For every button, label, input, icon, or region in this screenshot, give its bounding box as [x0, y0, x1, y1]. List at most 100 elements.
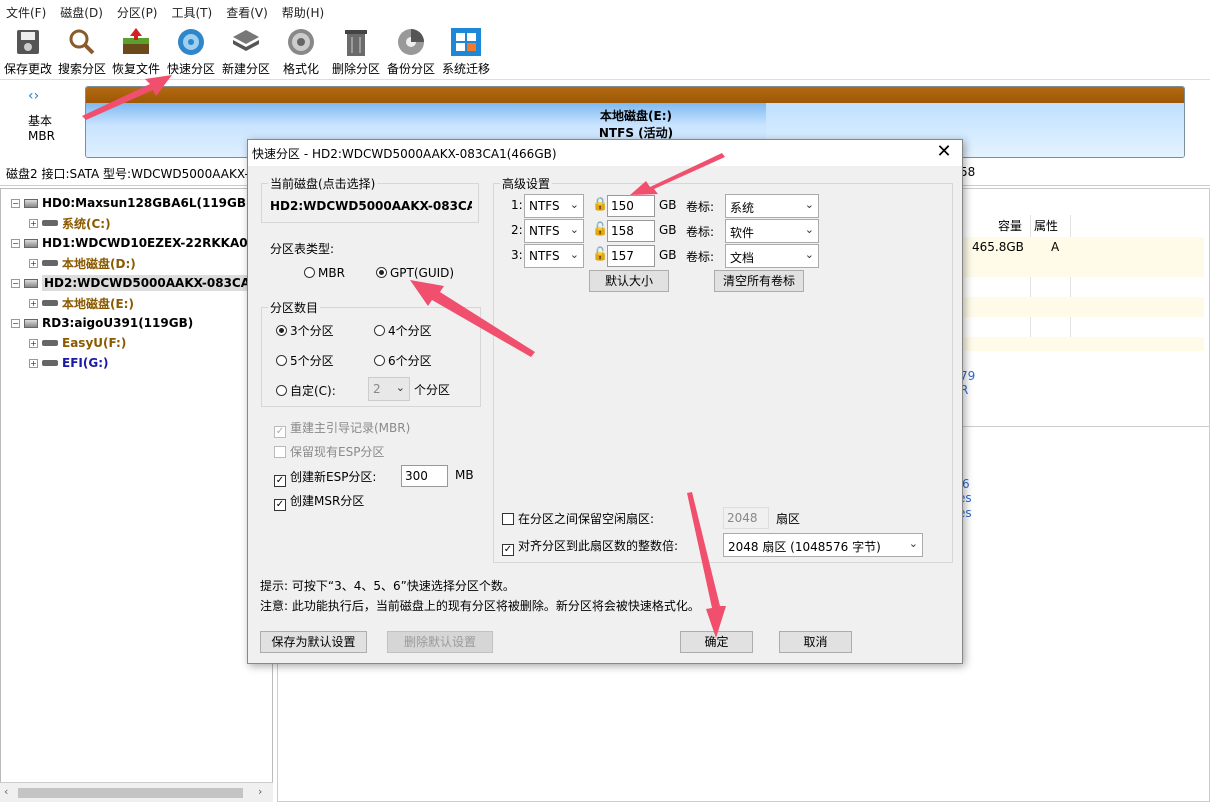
delete-default-button[interactable]: 删除默认设置: [387, 631, 493, 653]
save-changes-button[interactable]: 保存更改: [0, 26, 56, 77]
count-label: 分区数目: [268, 299, 321, 316]
row-index: 3:: [511, 248, 523, 262]
gpt-radio[interactable]: GPT(GUID): [376, 266, 454, 280]
tree-disk-item[interactable]: − RD3:aigoU391(119GB): [11, 313, 193, 333]
volume-label-select[interactable]: 系统 ⌄: [725, 194, 819, 218]
partition-size-input[interactable]: 157: [607, 245, 655, 267]
expand-icon[interactable]: +: [29, 358, 38, 368]
create-msr-checkbox[interactable]: ✓ 创建MSR分区: [274, 492, 364, 511]
chevron-down-icon: ⌄: [569, 223, 579, 236]
rebuild-mbr-checkbox[interactable]: ✓ 重建主引导记录(MBR): [274, 419, 410, 438]
expand-icon[interactable]: +: [29, 298, 38, 308]
quick-partition-button[interactable]: 快速分区: [163, 26, 219, 77]
fs-select[interactable]: NTFS ⌄: [524, 244, 584, 268]
menu-disk[interactable]: 磁盘(D): [60, 4, 103, 21]
tree-item-label: HD1:WDCWD10EZEX-22RKKA0(9: [42, 236, 262, 250]
fs-select[interactable]: NTFS ⌄: [524, 194, 584, 218]
tree-disk-item[interactable]: − HD2:WDCWD5000AAKX-083CA1(: [11, 273, 266, 293]
format-button[interactable]: 格式化: [273, 26, 329, 77]
delete-partition-button[interactable]: 删除分区: [328, 26, 384, 77]
current-disk-selector[interactable]: HD2:WDCWD5000AAKX-083CA1(: [270, 199, 472, 219]
volume-label-title: 卷标:: [686, 250, 715, 264]
opt4-label: 4个分区: [388, 324, 432, 338]
recover-files-button[interactable]: 恢复文件: [108, 26, 164, 77]
disk-info-text: 磁盘2 接口:SATA 型号:WDCWD5000AAKX-: [6, 167, 249, 181]
new-partition-button[interactable]: 新建分区: [218, 26, 274, 77]
tree-volume-item[interactable]: + 本地磁盘(D:): [29, 253, 136, 273]
opt-5-partitions[interactable]: 5个分区: [276, 352, 334, 369]
collapse-icon[interactable]: −: [11, 278, 20, 288]
menu-partition[interactable]: 分区(P): [117, 4, 158, 21]
menu-view[interactable]: 查看(V): [226, 4, 268, 21]
tree-volume-item[interactable]: + 系统(C:): [29, 213, 111, 233]
opt-custom-partitions[interactable]: 自定(C):: [276, 382, 336, 399]
tree-disk-item[interactable]: − HD1:WDCWD10EZEX-22RKKA0(9: [11, 233, 261, 253]
format-icon: [284, 26, 318, 58]
check-icon: ✓: [274, 475, 286, 487]
table-row[interactable]: 465.8GB A: [964, 237, 1204, 257]
expand-icon[interactable]: +: [29, 258, 38, 268]
keep-free-input[interactable]: 2048: [723, 507, 769, 529]
hint-text: 提示: 可按下“3、4、5、6”快速选择分区个数。: [260, 579, 515, 593]
partition-size-input[interactable]: 158: [607, 220, 655, 242]
scroll-left-icon[interactable]: ‹: [4, 785, 8, 798]
save-default-button[interactable]: 保存为默认设置: [260, 631, 367, 653]
align-checkbox[interactable]: ✓ 对齐分区到此扇区数的整数倍:: [502, 537, 678, 556]
partition-size-input[interactable]: 150: [607, 195, 655, 217]
custom-label: 自定(C):: [290, 384, 336, 398]
tree-item-label: EFI(G:): [62, 356, 109, 370]
menu-tools[interactable]: 工具(T): [172, 4, 213, 21]
esp-size-input[interactable]: 300: [401, 465, 448, 487]
tree-hscrollbar[interactable]: ‹ ›: [0, 782, 273, 802]
keep-esp-checkbox[interactable]: 保留现有ESP分区: [274, 443, 384, 460]
collapse-icon[interactable]: −: [11, 198, 20, 208]
chevron-down-icon: ⌄: [804, 223, 814, 236]
collapse-icon[interactable]: −: [11, 238, 20, 248]
close-icon[interactable]: ✕: [932, 142, 956, 164]
col-divider: [1030, 215, 1031, 350]
tree-volume-item[interactable]: + 本地磁盘(E:): [29, 293, 134, 313]
lock-icon[interactable]: 🔓: [592, 222, 608, 237]
create-esp-checkbox[interactable]: ✓ 创建新ESP分区:: [274, 468, 376, 487]
esp-unit: MB: [455, 468, 474, 482]
lock-icon[interactable]: 🔓: [592, 247, 608, 262]
ok-button[interactable]: 确定: [680, 631, 753, 653]
lock-icon[interactable]: 🔒: [592, 197, 608, 212]
tree-volume-item[interactable]: + EFI(G:): [29, 353, 108, 373]
opt3-label: 3个分区: [290, 324, 334, 338]
custom-count-select[interactable]: 2 ⌄: [368, 377, 410, 401]
system-migrate-button[interactable]: 系统迁移: [438, 26, 494, 77]
expand-icon[interactable]: +: [29, 218, 38, 228]
opt-3-partitions[interactable]: 3个分区: [276, 322, 334, 339]
menu-help[interactable]: 帮助(H): [282, 4, 324, 21]
scroll-thumb[interactable]: [18, 788, 243, 798]
mbr-radio[interactable]: MBR: [304, 266, 345, 280]
expand-icon[interactable]: +: [29, 338, 38, 348]
volume-icon: [42, 260, 58, 266]
default-size-button[interactable]: 默认大小: [589, 270, 669, 292]
fs-select[interactable]: NTFS ⌄: [524, 219, 584, 243]
volume-label-select[interactable]: 文档 ⌄: [725, 244, 819, 268]
nav-arrows-icon[interactable]: ‹›: [28, 88, 39, 104]
clear-labels-button[interactable]: 清空所有卷标: [714, 270, 804, 292]
menu-file[interactable]: 文件(F): [6, 4, 46, 21]
fs-value: NTFS: [529, 199, 560, 213]
tree-disk-item[interactable]: − HD0:Maxsun128GBA6L(119GB): [11, 193, 252, 213]
align-select[interactable]: 2048 扇区 (1048576 字节) ⌄: [723, 533, 923, 557]
hard-disk-icon: [24, 318, 38, 328]
collapse-icon[interactable]: −: [11, 318, 20, 328]
check-icon: ✓: [274, 499, 286, 511]
keep-free-checkbox[interactable]: 在分区之间保留空闲扇区:: [502, 510, 654, 527]
search-partition-button[interactable]: 搜索分区: [54, 26, 110, 77]
volume-label-value: 系统: [730, 201, 755, 215]
opt-4-partitions[interactable]: 4个分区: [374, 322, 432, 339]
scroll-right-icon[interactable]: ›: [258, 785, 262, 798]
cancel-button[interactable]: 取消: [779, 631, 852, 653]
quick-partition-dialog: 快速分区 - HD2:WDCWD5000AAKX-083CA1(466GB) ✕…: [247, 139, 963, 664]
backup-partition-button[interactable]: 备份分区: [383, 26, 439, 77]
trash-icon: [339, 26, 373, 58]
volume-label-select[interactable]: 软件 ⌄: [725, 219, 819, 243]
tree-volume-item[interactable]: + EasyU(F:): [29, 333, 126, 353]
opt-6-partitions[interactable]: 6个分区: [374, 352, 432, 369]
chevron-down-icon: ⌄: [395, 381, 405, 394]
